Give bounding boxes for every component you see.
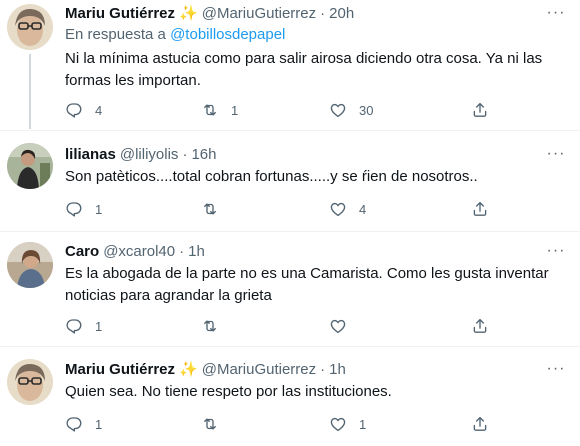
timestamp[interactable]: 1h — [188, 243, 205, 260]
username[interactable]: @xcarol40 — [103, 243, 175, 260]
heart-icon — [329, 415, 347, 433]
reply-icon — [65, 101, 83, 119]
retweet-icon — [201, 317, 219, 335]
timestamp[interactable]: 1h — [329, 361, 346, 378]
reply-button[interactable]: 1 — [65, 316, 102, 336]
retweet-button[interactable] — [201, 199, 231, 219]
like-button[interactable] — [329, 316, 359, 336]
tweet-4[interactable]: Mariu Gutiérrez ✨ @MariuGutierrez · 1h ·… — [0, 347, 580, 446]
sparkles-emoji: ✨ — [179, 361, 198, 378]
action-bar: 4 1 30 — [65, 100, 505, 120]
tweet-3[interactable]: Caro @xcarol40 · 1h ··· Es la abogada de… — [0, 232, 580, 345]
avatar[interactable] — [7, 242, 53, 288]
username[interactable]: @MariuGutierrez — [202, 361, 316, 378]
retweet-icon — [201, 415, 219, 433]
retweet-button[interactable] — [201, 414, 231, 434]
tweet-header: lilianas @liliyolis · 16h — [65, 144, 216, 164]
username[interactable]: @MariuGutierrez — [202, 5, 316, 22]
like-button[interactable]: 4 — [329, 199, 366, 219]
display-name[interactable]: lilianas — [65, 146, 116, 163]
more-icon[interactable]: ··· — [546, 359, 566, 379]
reply-count: 1 — [95, 416, 103, 432]
separator: · — [320, 4, 326, 22]
like-count: 30 — [359, 102, 374, 118]
share-icon — [471, 200, 489, 218]
tweet-text: Quien sea. No tiene respeto por las inst… — [65, 383, 392, 400]
display-name[interactable]: Mariu Gutiérrez — [65, 361, 175, 378]
tweet-text: Ni la mínima astucia como para salir air… — [65, 50, 543, 89]
tweet-2[interactable]: lilianas @liliyolis · 16h ··· Son patèti… — [0, 131, 580, 230]
separator: · — [182, 145, 188, 163]
separator: · — [320, 360, 326, 378]
thread-line — [29, 54, 31, 129]
timestamp[interactable]: 20h — [329, 5, 354, 22]
reply-context: En respuesta a @tobillosdepapel — [65, 26, 285, 43]
reply-icon — [65, 415, 83, 433]
timestamp[interactable]: 16h — [191, 146, 216, 163]
action-bar: 1 1 — [65, 414, 505, 434]
display-name[interactable]: Mariu Gutiérrez — [65, 5, 175, 22]
retweet-button[interactable] — [201, 316, 231, 336]
action-bar: 1 4 — [65, 199, 505, 219]
reply-button[interactable]: 4 — [65, 100, 102, 120]
share-icon — [471, 415, 489, 433]
like-count: 4 — [359, 201, 367, 217]
more-icon[interactable]: ··· — [546, 3, 566, 23]
share-icon — [471, 101, 489, 119]
tweet-text: Son patèticos....total cobran fortunas..… — [65, 168, 478, 185]
reply-icon — [65, 200, 83, 218]
tweet-header: Mariu Gutiérrez ✨ @MariuGutierrez · 1h — [65, 359, 346, 379]
reply-prefix: En respuesta a — [65, 26, 166, 43]
like-button[interactable]: 30 — [329, 100, 373, 120]
tweet-header: Mariu Gutiérrez ✨ @MariuGutierrez · 20h — [65, 3, 354, 23]
reply-count: 1 — [95, 201, 103, 217]
reply-mention-link[interactable]: @tobillosdepapel — [170, 26, 285, 43]
share-button[interactable] — [471, 100, 489, 120]
share-button[interactable] — [471, 414, 489, 434]
action-bar: 1 — [65, 316, 505, 336]
share-button[interactable] — [471, 199, 489, 219]
tweet-1[interactable]: Mariu Gutiérrez ✨ @MariuGutierrez · 20h … — [0, 0, 580, 129]
display-name[interactable]: Caro — [65, 243, 99, 260]
heart-icon — [329, 200, 347, 218]
username[interactable]: @liliyolis — [120, 146, 179, 163]
sparkles-emoji: ✨ — [179, 5, 198, 22]
share-icon — [471, 317, 489, 335]
retweet-icon — [201, 101, 219, 119]
more-icon[interactable]: ··· — [546, 144, 566, 164]
retweet-button[interactable]: 1 — [201, 100, 238, 120]
heart-icon — [329, 101, 347, 119]
retweet-icon — [201, 200, 219, 218]
reply-count: 4 — [95, 102, 103, 118]
avatar[interactable] — [7, 359, 53, 405]
reply-count: 1 — [95, 318, 103, 334]
reply-icon — [65, 317, 83, 335]
tweet-header: Caro @xcarol40 · 1h — [65, 241, 205, 261]
separator: · — [179, 242, 185, 260]
heart-icon — [329, 317, 347, 335]
reply-button[interactable]: 1 — [65, 414, 102, 434]
like-count: 1 — [359, 416, 367, 432]
share-button[interactable] — [471, 316, 489, 336]
retweet-count: 1 — [231, 102, 239, 118]
reply-button[interactable]: 1 — [65, 199, 102, 219]
like-button[interactable]: 1 — [329, 414, 366, 434]
avatar[interactable] — [7, 4, 53, 50]
tweet-text: Es la abogada de la parte no es una Cama… — [65, 265, 549, 304]
avatar[interactable] — [7, 143, 53, 189]
more-icon[interactable]: ··· — [546, 241, 566, 261]
